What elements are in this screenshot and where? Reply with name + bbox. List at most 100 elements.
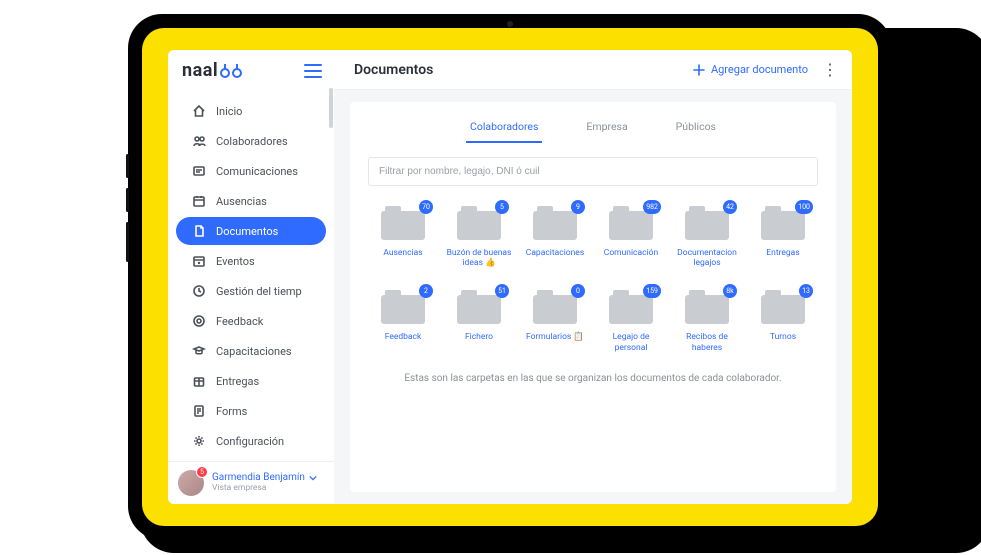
folder-item[interactable]: 51Fichero (444, 290, 514, 352)
event-icon (192, 254, 206, 268)
chevron-down-icon (309, 474, 317, 482)
menu-toggle-icon[interactable] (304, 64, 322, 78)
folder-item[interactable]: 42Documentacion legajos (672, 206, 742, 268)
sidebar-item-label: Ausencias (216, 195, 267, 208)
sidebar-item-label: Gestión del tiemp (216, 285, 302, 298)
folder-item[interactable]: 2Feedback (368, 290, 438, 352)
folder-item[interactable]: 159 Legajo de personal (596, 290, 666, 352)
folder-item[interactable]: 8k Recibos de haberes (672, 290, 742, 352)
sidebar-item-label: Capacitaciones (216, 345, 292, 358)
folder-icon: 100 (761, 206, 805, 240)
app-screen: naal Inicio Colaboradores Comunicaciones Au… (168, 50, 852, 504)
message-icon (192, 164, 206, 178)
search-input[interactable] (379, 166, 807, 177)
folder-item[interactable]: 100Entregas (748, 206, 818, 268)
sidebar-item-feedback[interactable]: Feedback (176, 307, 326, 335)
sidebar-item-label: Colaboradores (216, 135, 288, 148)
folder-label: Capacitaciones (526, 248, 584, 258)
sidebar-item-label: Entregas (216, 375, 259, 388)
folder-label: Documentacion legajos (672, 248, 742, 268)
user-role: Vista empresa (212, 484, 317, 494)
tab-publicos[interactable]: Públicos (672, 114, 720, 143)
folder-icon: 159 (609, 290, 653, 324)
tabs: Colaboradores Empresa Públicos (350, 102, 836, 143)
folder-icon: 8k (685, 290, 729, 324)
folder-icon: 0 (533, 290, 577, 324)
folder-count-badge: 100 (795, 200, 813, 214)
sidebar-item-colaboradores[interactable]: Colaboradores (176, 127, 326, 155)
folder-item[interactable]: 5Buzón de buenas ideas 👍 (444, 206, 514, 268)
folders-grid: 70 Ausencias 5Buzón de buenas ideas 👍 9 Capa… (368, 206, 818, 353)
tab-empresa[interactable]: Empresa (582, 114, 631, 143)
folder-count-badge: 13 (799, 284, 813, 298)
folder-count-badge: 0 (571, 284, 585, 298)
folder-count-badge: 5 (495, 200, 509, 214)
sidebar-item-forms[interactable]: Forms (176, 397, 326, 425)
folder-count-badge: 70 (419, 200, 433, 214)
topbar: Documentos Agregar documento ⋮ (334, 50, 852, 90)
sidebar-item-label: Configuración (216, 435, 284, 448)
filter-field[interactable] (368, 157, 818, 186)
sidebar-item-gestion-tiempo[interactable]: Gestión del tiemp (176, 277, 326, 305)
folder-count-badge: 2 (419, 284, 433, 298)
sidebar-item-ausencias[interactable]: Ausencias (176, 187, 326, 215)
tablet-frame: naal Inicio Colaboradores Comunicaciones Au… (128, 14, 892, 540)
tab-colaboradores[interactable]: Colaboradores (466, 114, 542, 143)
brand-logo[interactable]: naal (182, 60, 242, 81)
folder-icon: 9 (533, 206, 577, 240)
sidebar-item-comunicaciones[interactable]: Comunicaciones (176, 157, 326, 185)
sidebar-item-label: Comunicaciones (216, 165, 298, 178)
notification-badge: 5 (196, 466, 208, 478)
sidebar-nav: Inicio Colaboradores Comunicaciones Ausenci… (168, 91, 334, 461)
folder-item[interactable]: 0Formularios 📋 (520, 290, 590, 352)
sidebar-item-label: Forms (216, 405, 247, 418)
sidebar-item-label: Feedback (216, 315, 263, 328)
page-title: Documentos (354, 62, 433, 78)
folder-count-badge: 982 (643, 200, 661, 214)
sidebar-item-configuracion[interactable]: Configuración (176, 427, 326, 455)
folder-count-badge: 8k (723, 284, 737, 298)
folder-item[interactable]: 13Turnos (748, 290, 818, 352)
folder-icon: 70 (381, 206, 425, 240)
sidebar-item-documentos[interactable]: Documentos (176, 217, 326, 245)
folder-count-badge: 42 (723, 200, 737, 214)
avatar: 5 (178, 470, 204, 496)
sidebar-item-label: Eventos (216, 255, 255, 268)
folder-label: Comunicación (604, 248, 658, 258)
folder-label: Recibos de haberes (672, 332, 742, 352)
folder-label: Ausencias (383, 248, 422, 258)
sidebar-item-label: Inicio (216, 105, 242, 118)
folder-label: Buzón de buenas ideas 👍 (444, 248, 514, 268)
folder-icon: 13 (761, 290, 805, 324)
sidebar: naal Inicio Colaboradores Comunicaciones Au… (168, 50, 334, 504)
folder-label: Legajo de personal (596, 332, 666, 352)
add-document-button[interactable]: Agregar documento (693, 63, 808, 76)
more-menu-icon[interactable]: ⋮ (822, 62, 838, 78)
folder-count-badge: 51 (495, 284, 509, 298)
target-icon (192, 314, 206, 328)
sidebar-item-label: Documentos (216, 225, 278, 238)
add-document-label: Agregar documento (711, 63, 808, 76)
volume-down-button (126, 188, 129, 212)
folder-item[interactable]: 982Comunicación (596, 206, 666, 268)
clock-icon (192, 284, 206, 298)
graduation-icon (192, 344, 206, 358)
sidebar-item-entregas[interactable]: Entregas (176, 367, 326, 395)
folder-label: Fichero (465, 332, 493, 342)
document-icon (192, 224, 206, 238)
plus-icon (693, 64, 705, 76)
folder-item[interactable]: 9 Capacitaciones (520, 206, 590, 268)
sidebar-item-capacitaciones[interactable]: Capacitaciones (176, 337, 326, 365)
caption-text: Estas son las carpetas en las que se org… (368, 373, 818, 384)
box-icon (192, 374, 206, 388)
folder-item[interactable]: 70 Ausencias (368, 206, 438, 268)
sidebar-item-eventos[interactable]: Eventos (176, 247, 326, 275)
user-card[interactable]: 5 Garmendia Benjamín Vista empresa (168, 461, 334, 504)
camera-dot (507, 21, 513, 27)
power-button (126, 222, 129, 262)
folder-count-badge: 9 (571, 200, 585, 214)
scrollbar-thumb[interactable] (329, 88, 333, 128)
brand-text: naal (182, 60, 218, 81)
content-panel: 70Ausencias5Buzón de buenas ideas 👍9Capa… (350, 143, 836, 492)
sidebar-item-inicio[interactable]: Inicio (176, 97, 326, 125)
